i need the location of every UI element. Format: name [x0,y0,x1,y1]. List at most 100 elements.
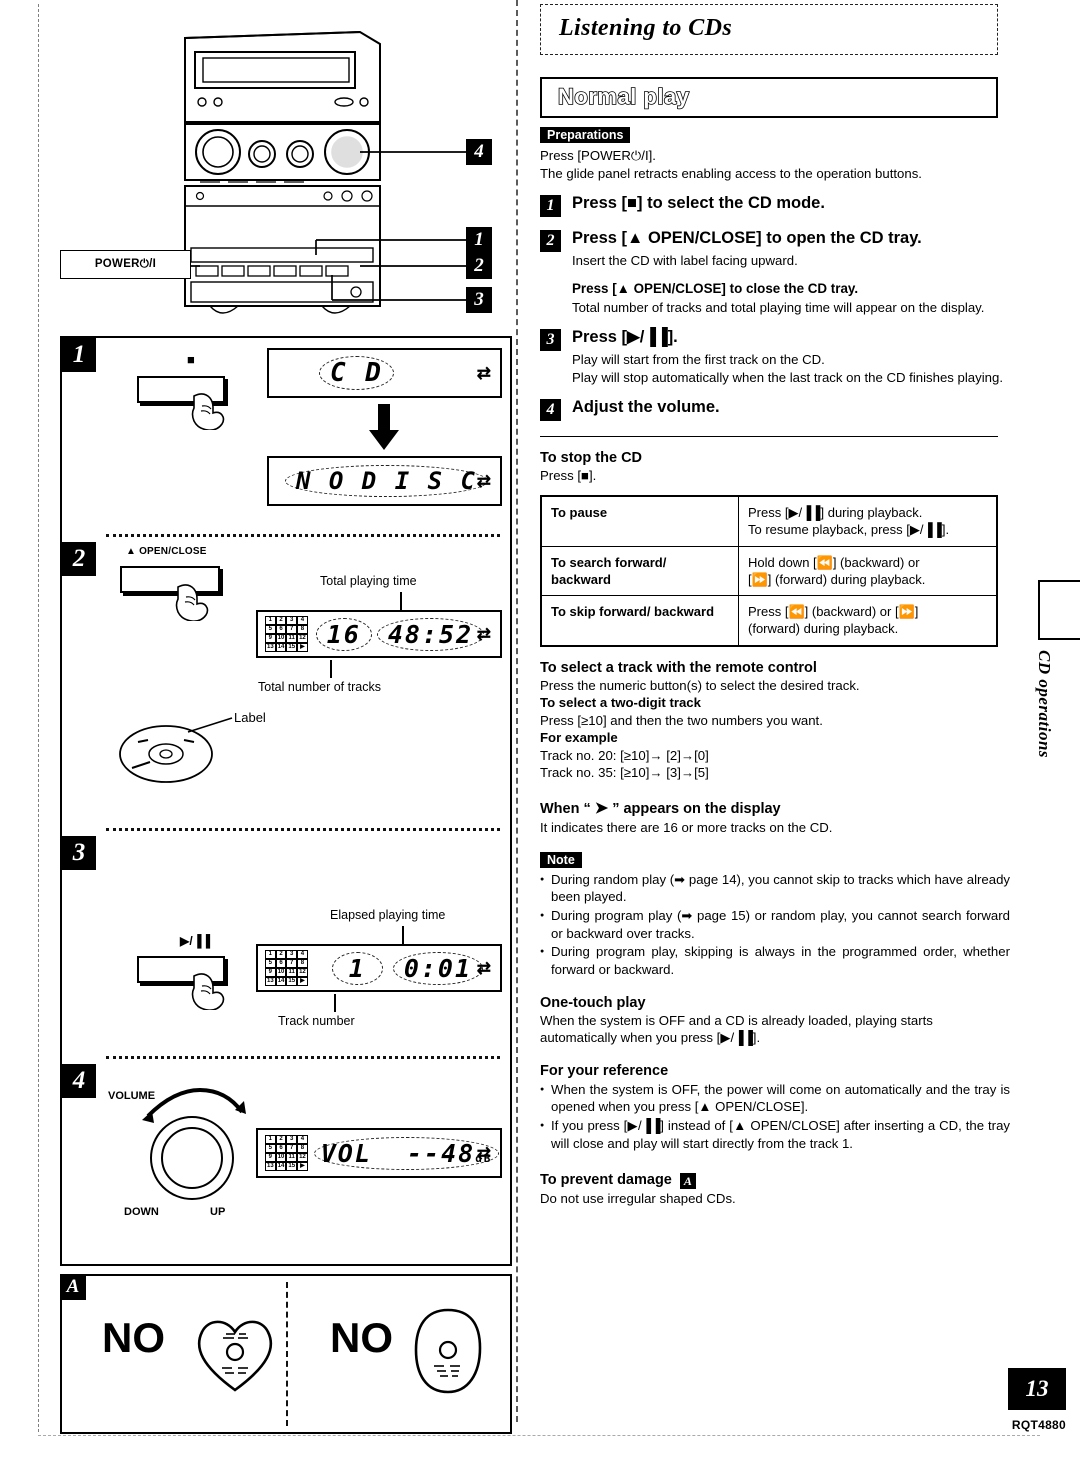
track-cell: 8 [297,625,308,634]
track-cell: 9 [265,1153,276,1162]
track-cell: 9 [265,634,276,643]
cd-disc-drawing [119,717,233,783]
track-cell: 15 [286,977,298,986]
track-cell: ▶ [297,643,308,652]
step1-display-text-2: N O D I S C [285,465,488,497]
track-cell: 3 [286,950,298,959]
step3-annot-elapsed: Elapsed playing time [330,908,446,922]
step-2-bold-line: Press [▲ OPEN/CLOSE] to close the CD tra… [572,280,859,296]
row-value-skip: Press [⏪] (backward) or [⏩] (forward) du… [738,595,998,647]
skip-line-1: Press [⏪] (backward) or [⏩] [748,604,919,620]
track-cell: 4 [297,950,308,959]
prevent-damage-text-label: To prevent damage [540,1172,672,1189]
right-arrow-icon: ➤ [594,799,609,817]
track-cell: 12 [297,1153,308,1162]
display-arrow-heading-pre: When “ [540,800,595,817]
step-2-sub: Insert the CD with label facing upward. [572,252,798,268]
search-line-1: Hold down [⏪] (backward) or [748,554,920,570]
step-number-1: 1 [540,195,561,218]
reference-list: When the system is OFF, the power will c… [540,1081,1010,1153]
row-label-search: To search forward/ backward [540,545,739,597]
panel-a-badge: A [60,1274,86,1300]
step-separator [106,1056,500,1059]
track-cell: 14 [275,977,287,986]
track-cell: 12 [297,634,308,643]
row-value-search: Hold down [⏪] (backward) or [⏩] (forward… [738,545,998,597]
callout-3: 3 [466,287,492,313]
track-cell: 11 [286,1153,298,1162]
list-item: During program play, skipping is always … [540,943,1010,978]
track-cell: 5 [265,625,276,634]
step-badge-4: 4 [62,1064,96,1098]
prevent-damage-badge: A [679,1172,696,1189]
step-badge-1: 1 [62,338,96,372]
note-list: During random play (➡ page 14), you cann… [540,871,1010,979]
two-digit-heading: To select a two-digit track [540,695,701,711]
operations-table: To pause Press [▶/▐▐] during playback. T… [540,494,998,647]
heart-shaped-disc-icon [197,1320,273,1392]
search-line-2: [⏩] (forward) during playback. [748,571,926,587]
preparations-line-1: Press [POWER⏻/I]. [540,148,656,163]
track-cell: 13 [265,977,276,986]
track-indicator-grid: 1 2 3 4 5 6 7 8 9 10 11 12 13 14 15 ▶ [265,1135,308,1171]
step3-track-number: 1 [331,951,383,985]
callout-2: 2 [466,253,492,279]
step-2: 2 Press [▲ OPEN/CLOSE] to open the CD tr… [540,229,1010,316]
step2-display: 1 2 3 4 5 6 7 8 9 10 11 12 13 14 15 ▶ 16… [256,610,502,658]
side-tab-box [1038,580,1080,640]
repeat-icon: ⇄ [476,1143,491,1163]
row-value-pause: Press [▶/▐▐] during playback. To resume … [738,495,998,547]
illustration-column: POWER⏻/I 4 1 2 3 1 ■ C D ⇄ N O D I S C ⇄… [60,10,515,1434]
step-3-sub-1: Play will start from the first track on … [572,352,825,368]
page-title: Listening to CDs [559,15,733,41]
table-row: To skip forward/ backward Press [⏪] (bac… [540,595,998,647]
step1-display-cd: C D ⇄ [267,348,502,398]
track-cell: 7 [286,625,298,634]
table-row: To pause Press [▶/▐▐] during playback. T… [540,495,998,547]
section-rule [540,436,998,438]
list-item: During program play (➡ page 15) or rando… [540,907,1010,942]
track-cell: 10 [275,968,287,977]
track-cell: 14 [275,1162,287,1171]
stop-cd-text: Press [■]. [540,468,597,484]
step-number-4: 4 [540,399,561,422]
display-arrow-heading: When “ ➤ ” appears on the display [540,798,1010,818]
step-number-2: 2 [540,230,561,253]
volume-knob-inner[interactable] [161,1127,223,1189]
track-cell: 5 [265,1144,276,1153]
track-cell: 7 [286,1144,298,1153]
power-button-label: POWER⏻/I [60,250,191,279]
text-column: Listening to CDs Normal play Preparation… [540,4,1010,1207]
stop-cd-heading: To stop the CD [540,450,643,467]
step-2-heading: Press [▲ OPEN/CLOSE] to open the CD tray… [572,229,922,248]
repeat-icon: ⇄ [476,624,491,644]
callout-4: 4 [466,139,492,165]
step-number-3: 3 [540,329,561,352]
row-label-skip: To skip forward/ backward [540,595,739,647]
section-header-bar: Normal play [540,77,998,118]
repeat-icon: ⇄ [476,363,491,383]
pause-line-1: Press [▶/▐▐] during playback. [748,504,923,520]
pause-line-2: To resume playback, press [▶/▐▐]. [748,522,950,538]
example-line-1: Track no. 20: [≥10]→ [2]→[0] [540,747,709,763]
track-cell: 15 [286,1162,298,1171]
annot-leader [330,660,332,678]
track-cell: 6 [275,625,287,634]
track-cell: 13 [265,1162,276,1171]
column-divider [516,0,518,1422]
step2-track-count: 16 [315,617,372,651]
down-arrow-icon [369,404,399,450]
one-touch-text: When the system is OFF and a CD is alrea… [540,1012,933,1046]
track-cell: 8 [297,1144,308,1153]
track-cell: 1 [265,1135,276,1144]
document-code: RQT4880 [1011,1418,1066,1432]
track-cell: 6 [275,959,287,968]
irregular-shaped-disc-icon [414,1308,482,1394]
track-cell: 2 [275,950,287,959]
track-cell: 4 [297,616,308,625]
remote-line-1: Press the numeric button(s) to select th… [540,677,860,693]
step-2-after-bold: Total number of tracks and total playing… [572,299,985,315]
track-cell: 11 [286,968,298,977]
disc-label-annot: Label [234,710,266,725]
panel-a-irregular-discs: A NO NO [60,1274,512,1434]
